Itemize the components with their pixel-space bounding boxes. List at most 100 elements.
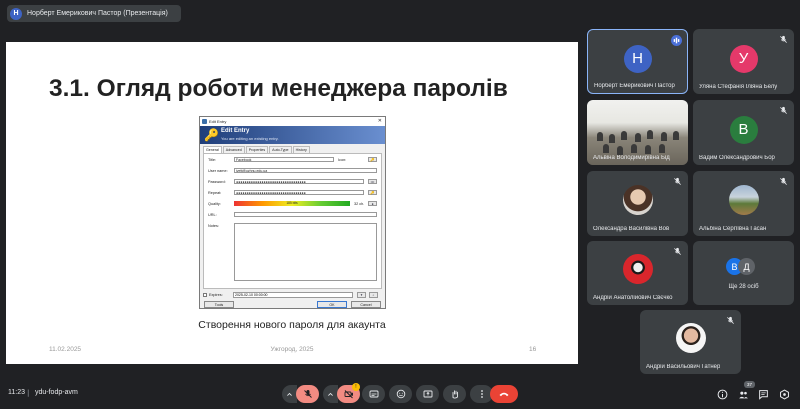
password-field: ●●●●●●●●●●●●●●●●●●●●●●●●●●●●●●●●● [234, 179, 364, 184]
quality-bits: 185 bits [286, 201, 298, 205]
clock: 11:23 [8, 389, 25, 396]
participant-photo [675, 323, 706, 353]
username-label: User name: [208, 169, 228, 173]
captions-icon [369, 390, 378, 398]
present-button[interactable] [416, 385, 439, 403]
mic-off-icon [303, 390, 312, 398]
avatar: У [729, 44, 758, 73]
dialog-header-title: Edit Entry [221, 128, 250, 134]
participant-tile[interactable]: У Уляна Стефанія Іліяна Белу [693, 29, 794, 94]
presentation-slide: 3.1. Огляд роботи менеджера паролів Edit… [6, 42, 578, 364]
meeting-code[interactable]: ydu-fodp-avm [35, 389, 78, 396]
avatar: Н [623, 44, 652, 73]
dialog-header-subtitle: You are editing an existing entry. [221, 136, 279, 141]
audio-options-chevron-icon[interactable] [282, 385, 297, 403]
participant-name: Олександра Василівна Вов [593, 226, 670, 232]
mic-off-icon [780, 106, 787, 114]
participant-tile[interactable]: Альвіна Володимирівна Бід [587, 100, 688, 165]
show-password-icon: ••• [368, 179, 377, 184]
dialog-tabs: General Advanced Properties Auto-Type Hi… [203, 146, 311, 153]
avatar: Д [738, 258, 755, 275]
quality-chars: 32 ch. [354, 202, 365, 206]
camera-off-icon [344, 390, 353, 399]
raise-hand-button[interactable] [443, 385, 466, 403]
participant-tile[interactable]: Н Норберт Емерикович Пастор [587, 29, 688, 94]
participant-tile[interactable]: Олександра Василівна Вов [587, 171, 688, 236]
hang-up-icon [499, 392, 509, 397]
password-label: Password: [208, 180, 226, 184]
reaction-badge: ! [352, 383, 360, 391]
mic-off-icon [780, 177, 787, 185]
title-label: Title: [208, 158, 217, 162]
control-bar: 11:23 | ydu-fodp-avm ! 37 [0, 379, 800, 409]
present-screen-icon [423, 390, 432, 398]
close-icon: ✕ [377, 118, 382, 124]
tab-history: History [292, 146, 310, 153]
tab-advanced: Advanced [222, 146, 245, 153]
emoji-button[interactable] [389, 385, 412, 403]
repeat-label: Repeat: [208, 191, 222, 195]
participant-photo [622, 184, 653, 215]
separator: | [27, 389, 30, 397]
info-icon[interactable] [717, 389, 728, 400]
participant-name: Уляна Стефанія Іліяна Белу [699, 84, 778, 90]
participant-name: Альвіна Володимирівна Бід [593, 155, 670, 161]
expires-label: Expires: [209, 293, 223, 297]
tab-general: General [203, 146, 222, 153]
slide-caption: Створення нового пароля для акаунта [198, 319, 386, 331]
participant-photo [622, 254, 653, 284]
tab-properties: Properties [245, 146, 269, 153]
more-vert-icon [480, 390, 483, 398]
mic-off-icon [674, 177, 681, 185]
video-options-chevron-icon[interactable] [323, 385, 338, 403]
url-label: URL: [208, 213, 217, 217]
key-icon: 🔑 [204, 128, 219, 142]
captions-button[interactable] [362, 385, 385, 403]
participant-name: Альбіна Сергіївна Гасан [699, 226, 767, 232]
notes-field [234, 223, 377, 281]
edit-entry-dialog: Edit Entry ✕ 🔑 Edit Entry You are editin… [199, 116, 386, 309]
presenter-title: Норберт Емерикович Пастор (Презентація) [27, 10, 168, 17]
slide-footer-city: Ужгород, 2025 [270, 346, 314, 353]
dialog-window-title: Edit Entry [209, 119, 227, 124]
slide-title: 3.1. Огляд роботи менеджера паролів [49, 75, 508, 102]
ok-button: OK [317, 301, 347, 308]
generate-password-icon: 🔑 [368, 190, 377, 195]
participant-tile[interactable]: Андрій Анатолійович Свєчко [587, 241, 688, 305]
people-icon[interactable] [738, 389, 749, 400]
participant-tile[interactable]: В Вадим Олександрович Бор [693, 100, 794, 165]
cancel-button: Cancel [351, 301, 381, 308]
avatar: В [729, 115, 758, 144]
presenter-avatar: Н [10, 7, 22, 20]
checkbox-icon [203, 293, 207, 297]
presenter-bar[interactable]: Н Норберт Емерикович Пастор (Презентація… [7, 5, 181, 22]
participant-name: Андрій Васильович Гатнер [646, 364, 721, 370]
speaking-indicator-icon [671, 35, 682, 46]
calendar-icon: ▾ [357, 292, 366, 298]
participant-tile[interactable]: Альбіна Сергіївна Гасан [693, 171, 794, 236]
title-field: Facebook [234, 157, 334, 162]
participant-photo [728, 184, 759, 215]
mic-toggle-button[interactable] [296, 385, 319, 403]
more-participants-count: Ще 28 осіб [728, 284, 759, 290]
mic-off-icon [674, 247, 681, 255]
hand-icon [452, 390, 458, 399]
mic-off-icon [780, 35, 787, 43]
emoji-icon [396, 389, 405, 399]
tools-button: Tools [204, 301, 234, 308]
search-icon: ⌕ [369, 292, 378, 298]
tab-auto-type: Auto-Type [269, 146, 292, 153]
meet-window: Н Норберт Емерикович Пастор (Презентація… [0, 0, 800, 409]
repeat-field: ●●●●●●●●●●●●●●●●●●●●●●●●●●●●●●●●● [234, 190, 364, 195]
activities-icon[interactable] [779, 389, 790, 400]
participants-count-badge: 37 [744, 381, 755, 388]
participant-name: Андрій Анатолійович Свєчко [593, 295, 673, 301]
quality-label: Quality: [208, 202, 221, 206]
chat-icon[interactable] [758, 389, 769, 400]
general-panel: Title: Facebook Icon: 🔑 User name: ivett… [203, 153, 382, 289]
expires-field: 2025-02-10 00:00:00 [233, 292, 353, 298]
participant-tile[interactable]: Андрій Васильович Гатнер [640, 310, 741, 374]
participant-name: Норберт Емерикович Пастор [594, 83, 675, 89]
end-call-button[interactable] [490, 385, 518, 403]
more-participants-tile[interactable]: В Д Ще 28 осіб [693, 241, 794, 305]
